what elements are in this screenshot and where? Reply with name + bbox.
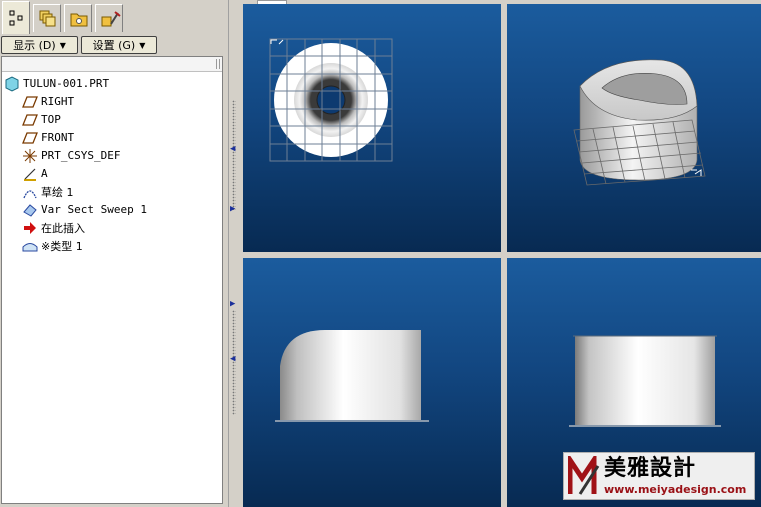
tree-item-csys[interactable]: PRT_CSYS_DEF xyxy=(22,147,120,164)
tree-item-top[interactable]: TOP xyxy=(22,111,61,128)
tree-item-insert-here[interactable]: 在此插入 xyxy=(22,219,85,236)
sweep-feature-icon xyxy=(23,203,37,217)
watermark-badge: 美雅設計 www.meiyadesign.com xyxy=(563,452,755,500)
datum-plane-icon xyxy=(22,131,38,144)
layers-icon xyxy=(39,10,56,27)
sketch-icon xyxy=(23,189,37,198)
chevron-down-icon: ▼ xyxy=(139,40,146,50)
model-tree: TULUN-001.PRT RIGHT TOP FRONT PRT_CSYS_D… xyxy=(1,56,223,504)
datum-axis-icon xyxy=(24,168,36,181)
tree-item-label: ※类型 1 xyxy=(41,239,83,253)
isometric-view-model xyxy=(573,59,706,186)
tab-layers[interactable] xyxy=(33,4,61,32)
tree-item-label: A xyxy=(41,167,48,180)
tree-item-label: PRT_CSYS_DEF xyxy=(41,149,121,162)
tree-item-type[interactable]: ※类型 1 xyxy=(22,237,83,254)
watermark-brand: 美雅設計 xyxy=(604,456,697,481)
watermark-url: www.meiyadesign.com xyxy=(604,483,747,496)
splitter-grip xyxy=(232,100,236,210)
tree-item-right[interactable]: RIGHT xyxy=(22,93,74,110)
expand-right-arrow-icon[interactable]: ▶ xyxy=(230,205,235,214)
tree-item-label: FRONT xyxy=(41,131,75,144)
brand-logo-icon xyxy=(568,456,600,495)
tree-item-sketch[interactable]: 草绘 1 xyxy=(22,183,74,200)
navigator-tabbar xyxy=(0,0,228,34)
tree-item-label: TOP xyxy=(41,113,61,126)
tree-item-label: 在此插入 xyxy=(41,221,85,235)
insert-here-arrow-icon xyxy=(24,221,36,234)
tab-folder-browser[interactable] xyxy=(64,4,92,32)
tree-item-label: 草绘 1 xyxy=(41,185,74,199)
navigator-menu-row: 显示 (D) ▼ 设置 (G) ▼ xyxy=(0,35,228,55)
tree-root-label: TULUN-001.PRT xyxy=(23,77,110,90)
feature-type-icon xyxy=(22,242,38,251)
expand-right-arrow-icon[interactable]: ▶ xyxy=(230,300,235,309)
chevron-down-icon: ▼ xyxy=(59,40,66,50)
collapse-left-arrow-icon[interactable]: ◀ xyxy=(230,145,235,154)
model-tree-icon xyxy=(9,10,23,26)
tools-icon xyxy=(101,11,121,27)
datum-plane-icon xyxy=(22,95,38,108)
tree-item-front[interactable]: FRONT xyxy=(22,129,74,146)
part-icon xyxy=(5,75,19,92)
coordinate-system-icon xyxy=(23,148,37,163)
settings-menu-button[interactable]: 设置 (G) ▼ xyxy=(81,36,157,54)
panel-splitter[interactable]: ◀ ▶ ▶ ◀ xyxy=(228,0,241,507)
folder-icon xyxy=(70,13,88,27)
tree-item-label: RIGHT xyxy=(41,95,75,108)
show-menu-button[interactable]: 显示 (D) ▼ xyxy=(1,36,78,54)
front-view-model xyxy=(275,330,429,422)
top-view-model xyxy=(269,38,393,162)
tab-model-tree[interactable] xyxy=(2,1,30,34)
show-menu-label: 显示 (D) xyxy=(13,39,56,52)
viewport-isometric-view[interactable] xyxy=(507,4,761,252)
tree-item-axis-a[interactable]: A xyxy=(22,165,48,182)
collapse-left-arrow-icon[interactable]: ◀ xyxy=(230,355,235,364)
tree-header-strip xyxy=(2,57,222,72)
viewport-top-view[interactable] xyxy=(243,4,501,252)
datum-plane-icon xyxy=(22,113,38,126)
tree-item-label: Var Sect Sweep 1 xyxy=(41,203,147,216)
tree-root-part[interactable]: TULUN-001.PRT xyxy=(4,75,109,92)
settings-menu-label: 设置 (G) xyxy=(92,39,136,52)
tree-item-sweep[interactable]: Var Sect Sweep 1 xyxy=(22,201,147,218)
tab-tools[interactable] xyxy=(95,4,123,32)
viewport-front-view[interactable] xyxy=(243,258,501,507)
navigator-panel: 显示 (D) ▼ 设置 (G) ▼ TULUN-001.PRT RIGHT TO… xyxy=(0,0,228,507)
